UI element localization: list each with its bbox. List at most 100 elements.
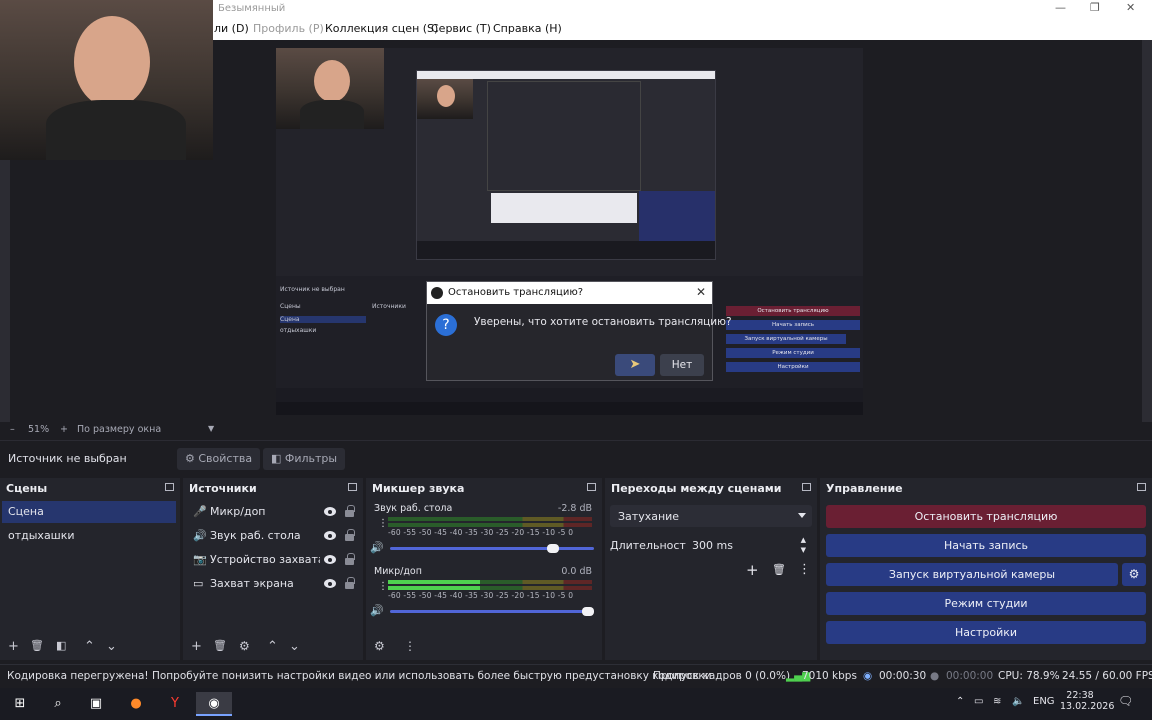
obs-taskbar-icon[interactable]: ◉	[196, 692, 232, 716]
language-indicator[interactable]: ENG	[1033, 696, 1055, 707]
dialog-no-button[interactable]: Нет	[660, 354, 704, 376]
dock-popout-icon[interactable]	[348, 483, 357, 491]
zoom-out-button[interactable]: –	[10, 424, 15, 435]
scene-item[interactable]: Сцена	[2, 501, 176, 523]
remove-transition-button[interactable]: 🗑	[772, 563, 786, 576]
volume-icon[interactable]: 🔈	[1012, 696, 1024, 707]
scene-filters-button[interactable]: ◧	[56, 639, 66, 652]
channel-menu-icon[interactable]: ⋮	[378, 581, 388, 592]
menu-tools[interactable]: Сервис (T)	[431, 22, 491, 35]
menu-docks[interactable]: ли (D)	[214, 22, 249, 35]
preview-screen-capture	[416, 70, 716, 260]
controls-title: Управление	[826, 482, 903, 495]
properties-button[interactable]: ⚙ Свойства	[177, 448, 261, 470]
dialog-message: Уверены, что хотите остановить трансляци…	[474, 316, 732, 328]
source-item[interactable]: 📷 Устройство захвата в	[189, 549, 359, 571]
wifi-icon[interactable]: ≋	[993, 696, 1001, 707]
source-item[interactable]: ▭ Захват экрана	[189, 573, 359, 595]
close-button[interactable]: ✕	[1126, 1, 1135, 14]
advanced-audio-icon[interactable]: ⚙	[374, 639, 385, 653]
volume-knob[interactable]	[547, 544, 560, 553]
speaker-icon: 🔊	[193, 529, 207, 542]
transition-menu-icon[interactable]: ⋮	[798, 562, 811, 577]
transition-select[interactable]: Затухание	[610, 505, 812, 527]
move-down-button[interactable]: ⌄	[106, 639, 117, 654]
visibility-eye-icon[interactable]	[324, 555, 336, 564]
mixer-channel: Звук раб. стола -2.8 dB ⋮ -60 -55 -50 -4…	[368, 503, 594, 559]
bitrate: 7010 kbps	[802, 670, 857, 682]
add-source-button[interactable]: +	[191, 639, 202, 654]
lock-icon[interactable]	[345, 553, 355, 565]
duration-input[interactable]: 300 ms ▲ ▼	[686, 535, 812, 557]
start-recording-button[interactable]: Начать запись	[826, 534, 1146, 557]
filters-button[interactable]: ◧ Фильтры	[263, 448, 346, 470]
visibility-eye-icon[interactable]	[324, 531, 336, 540]
volume-slider[interactable]	[390, 544, 594, 553]
source-properties-button[interactable]: ⚙	[239, 639, 250, 653]
volume-knob[interactable]	[582, 607, 594, 616]
move-up-button[interactable]: ⌃	[267, 639, 278, 654]
move-down-button[interactable]: ⌄	[289, 639, 300, 654]
add-transition-button[interactable]: +	[746, 561, 759, 579]
menu-profile[interactable]: Профиль (P)	[253, 22, 324, 35]
dock-popout-icon[interactable]	[165, 483, 174, 491]
settings-button[interactable]: Настройки	[826, 621, 1146, 644]
cpu-usage: CPU: 78.9%	[998, 670, 1060, 682]
task-view-icon[interactable]: ▣	[78, 692, 114, 716]
speaker-icon[interactable]: 🔊	[370, 604, 384, 617]
spin-down-icon[interactable]: ▼	[801, 546, 806, 554]
spin-up-icon[interactable]: ▲	[801, 536, 806, 544]
minimize-button[interactable]: —	[1055, 1, 1066, 14]
source-item[interactable]: 🎤 Микр/доп	[189, 501, 359, 523]
virtual-camera-settings-gear-icon[interactable]: ⚙	[1122, 563, 1146, 586]
lock-icon[interactable]	[345, 505, 355, 517]
dropped-frames: Пропуск кадров 0 (0.0%)	[653, 670, 791, 682]
visibility-eye-icon[interactable]	[324, 507, 336, 516]
move-up-button[interactable]: ⌃	[84, 639, 95, 654]
battery-icon[interactable]: ▭	[974, 696, 983, 707]
record-icon: ●	[930, 670, 940, 682]
search-icon[interactable]: ⌕	[40, 692, 76, 716]
dock-popout-icon[interactable]	[587, 483, 596, 491]
dialog-close-icon[interactable]: ✕	[696, 285, 706, 299]
visibility-eye-icon[interactable]	[324, 579, 336, 588]
virtual-camera-button[interactable]: Запуск виртуальной камеры	[826, 563, 1118, 586]
menu-scene-collection[interactable]: Коллекция сцен (S)	[325, 22, 438, 35]
firefox-icon[interactable]: ●	[118, 692, 154, 716]
channel-db: -2.8 dB	[557, 503, 592, 514]
clock-date: 13.02.2026	[1060, 701, 1115, 712]
volume-slider[interactable]	[390, 607, 594, 616]
tray-chevron-icon[interactable]: ⌃	[956, 696, 964, 707]
yandex-browser-icon[interactable]: Y	[157, 692, 193, 716]
stream-icon: ◉	[863, 670, 873, 682]
mixer-menu-icon[interactable]: ⋮	[404, 639, 416, 653]
maximize-button[interactable]: ❐	[1090, 1, 1100, 14]
zoom-dropdown-icon[interactable]: ▼	[208, 424, 214, 433]
studio-mode-button[interactable]: Режим студии	[826, 592, 1146, 615]
dialog-yes-button[interactable]: ➤	[615, 354, 655, 376]
taskbar: ⊞ ⌕ ▣ ● Y ◉ ⌃ ▭ ≋ 🔈 ENG 22:38 13.02.2026…	[0, 688, 1152, 720]
dock-popout-icon[interactable]	[802, 483, 811, 491]
stop-stream-button[interactable]: Остановить трансляцию	[826, 505, 1146, 528]
speaker-icon[interactable]: 🔊	[370, 541, 384, 554]
level-fill	[388, 580, 480, 584]
zoom-mode[interactable]: По размеру окна	[77, 424, 161, 435]
channel-menu-icon[interactable]: ⋮	[378, 518, 388, 529]
add-scene-button[interactable]: +	[8, 639, 19, 654]
duration-label: Длительность	[610, 539, 693, 552]
clock[interactable]: 22:38 13.02.2026	[1060, 690, 1115, 712]
sources-toolbar: + 🗑 ⚙ ⌃ ⌄	[183, 634, 363, 660]
remove-scene-button[interactable]: 🗑	[30, 639, 44, 652]
scene-item[interactable]: отдыхашки	[2, 525, 176, 547]
lock-icon[interactable]	[345, 529, 355, 541]
channel-name: Микр/доп	[374, 566, 422, 577]
zoom-in-button[interactable]: +	[60, 424, 68, 435]
dock-popout-icon[interactable]	[1137, 483, 1146, 491]
source-item[interactable]: 🔊 Звук раб. стола	[189, 525, 359, 547]
lock-icon[interactable]	[345, 577, 355, 589]
windows-start-icon[interactable]: ⊞	[2, 692, 38, 716]
scenes-title: Сцены	[6, 482, 48, 495]
menu-help[interactable]: Справка (H)	[493, 22, 562, 35]
remove-source-button[interactable]: 🗑	[213, 639, 227, 652]
notifications-icon[interactable]: 🗨	[1118, 694, 1133, 708]
